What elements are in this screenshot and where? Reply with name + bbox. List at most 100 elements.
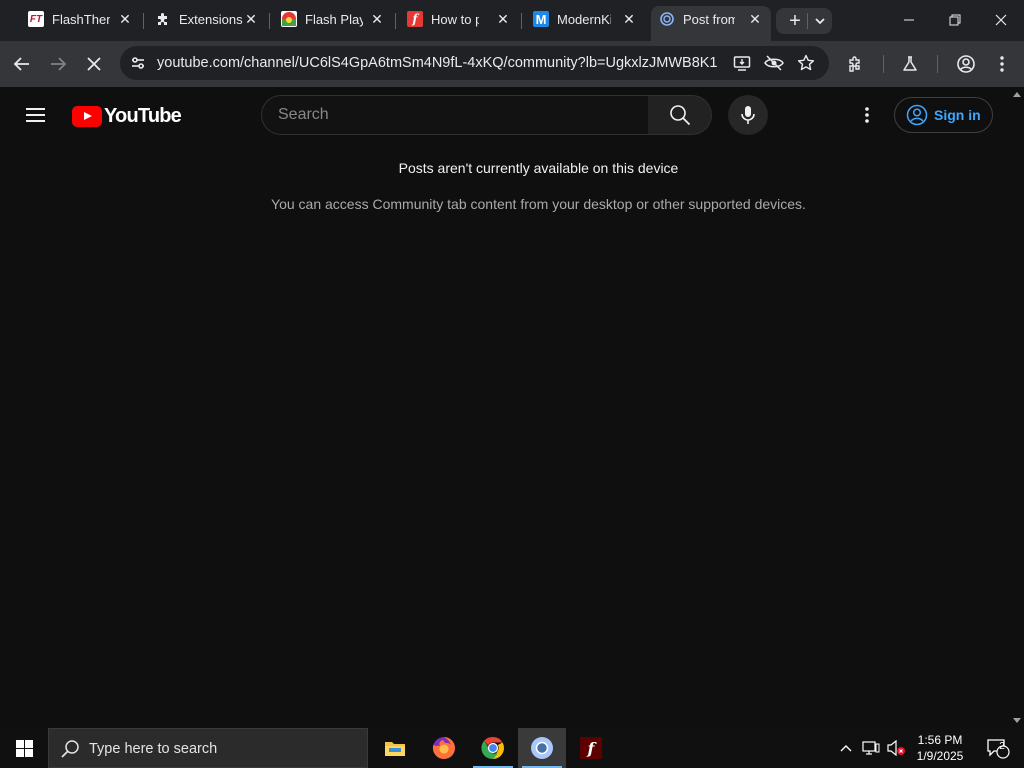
message-title: Posts aren't currently available on this… <box>398 160 679 176</box>
tab-title: How to pl <box>431 12 479 27</box>
tab-divider <box>395 13 396 29</box>
tab-post-from[interactable]: Post from ✕ <box>659 8 771 41</box>
tab-divider <box>521 13 522 29</box>
start-button[interactable] <box>0 728 48 768</box>
windows-logo-icon <box>15 739 33 757</box>
sign-in-label: Sign in <box>934 107 981 123</box>
youtube-logo[interactable]: YouTube <box>72 104 182 127</box>
firefox-icon <box>432 737 455 759</box>
new-tab-button[interactable]: + <box>784 10 806 32</box>
chrome-active-window-button[interactable] <box>518 728 566 768</box>
labs-button[interactable] <box>896 50 924 78</box>
loading-icon <box>659 11 675 27</box>
flash-player-icon <box>281 11 297 27</box>
clock-date: 1/9/2025 <box>916 749 964 763</box>
system-clock[interactable]: 1:56 PM 1/9/2025 <box>910 732 970 764</box>
scroll-down-arrow-icon[interactable] <box>1013 718 1021 723</box>
toolbar-divider <box>883 55 884 73</box>
minimize-button[interactable] <box>886 0 932 40</box>
address-bar[interactable]: youtube.com/channel/UC6lS4GpA6tmSm4N9fL-… <box>120 46 829 80</box>
toolbar-divider <box>937 55 938 73</box>
windows-taskbar: Type here to search f 1:56 PM 1/9/2025 2 <box>0 728 1024 768</box>
flask-icon <box>903 56 917 71</box>
forward-button[interactable] <box>44 50 72 78</box>
back-arrow-icon <box>13 57 29 71</box>
notification-count: 2 <box>999 741 1005 752</box>
chrome-button[interactable] <box>469 728 517 768</box>
youtube-wordmark: YouTube <box>104 104 182 127</box>
close-tab-icon[interactable]: ✕ <box>747 11 763 27</box>
page-scrollbar[interactable] <box>1010 87 1024 728</box>
action-center-button[interactable]: 2 <box>978 728 1018 768</box>
network-button[interactable] <box>858 728 884 768</box>
ft-icon: FT <box>28 11 44 27</box>
close-tab-icon[interactable]: ✕ <box>117 11 133 27</box>
tab-divider <box>269 13 270 29</box>
back-button[interactable] <box>8 50 36 78</box>
close-tab-icon[interactable]: ✕ <box>243 11 259 27</box>
forward-arrow-icon <box>51 57 67 71</box>
voice-search-button[interactable] <box>728 95 768 135</box>
tab-modernkit[interactable]: M ModernKi ✕ <box>533 8 645 41</box>
puzzle-icon <box>849 56 860 72</box>
search-box <box>261 95 649 135</box>
new-tab-group: + <box>776 8 832 34</box>
firefox-button[interactable] <box>420 728 468 768</box>
tab-extensions[interactable]: Extensions ✕ <box>155 8 270 41</box>
tab-search-button[interactable] <box>811 10 829 32</box>
browser-menu-button[interactable] <box>988 50 1016 78</box>
tab-divider <box>143 13 144 29</box>
tab-flash-player[interactable]: Flash Playe ✕ <box>281 8 396 41</box>
flash-icon: f <box>407 11 423 27</box>
tab-title: Flash Playe <box>305 12 363 27</box>
file-explorer-button[interactable] <box>371 728 419 768</box>
close-tab-icon[interactable]: ✕ <box>369 11 385 27</box>
clock-time: 1:56 PM <box>917 733 963 747</box>
close-tab-icon[interactable]: ✕ <box>621 11 637 27</box>
menu-icon <box>26 114 45 116</box>
tab-title: Post from <box>683 12 735 27</box>
more-vert-icon <box>865 107 869 123</box>
tab-title: Extensions <box>179 12 243 27</box>
profile-button[interactable] <box>952 50 980 78</box>
tracking-protection-icon[interactable] <box>760 49 788 77</box>
youtube-page: YouTube Sign in Posts aren't currently a… <box>0 87 1024 728</box>
sign-in-button[interactable]: Sign in <box>894 97 993 133</box>
settings-menu-button[interactable] <box>855 103 879 127</box>
restore-button[interactable] <box>932 0 978 40</box>
extensions-button[interactable] <box>842 50 870 78</box>
tab-strip: FT FlashThem ✕ Extensions ✕ Flash Playe … <box>0 0 1024 41</box>
close-window-button[interactable] <box>978 0 1024 40</box>
search-input[interactable] <box>278 105 628 125</box>
volume-button[interactable] <box>884 728 908 768</box>
search-button[interactable] <box>648 95 712 135</box>
stop-loading-button[interactable] <box>80 50 108 78</box>
network-icon <box>862 741 880 755</box>
more-vert-icon <box>1000 56 1004 72</box>
chrome-icon <box>481 736 504 760</box>
close-icon <box>87 57 101 71</box>
browser-toolbar: youtube.com/channel/UC6lS4GpA6tmSm4N9fL-… <box>0 41 1024 87</box>
speaker-muted-icon <box>887 740 905 756</box>
folder-icon <box>385 742 405 756</box>
tab-how-to-play[interactable]: f How to pl ✕ <box>407 8 522 41</box>
mic-icon <box>741 106 755 124</box>
flash-icon: f <box>580 737 602 759</box>
bookmark-star-icon[interactable] <box>792 49 820 77</box>
puzzle-icon <box>155 11 171 27</box>
account-icon <box>906 104 928 126</box>
site-info-icon[interactable] <box>127 52 149 74</box>
scroll-up-arrow-icon[interactable] <box>1013 92 1021 97</box>
show-hidden-icons-button[interactable] <box>836 728 856 768</box>
close-tab-icon[interactable]: ✕ <box>495 11 511 27</box>
install-app-icon[interactable] <box>728 49 756 77</box>
divider <box>807 13 808 29</box>
tab-title: FlashThem <box>52 12 110 27</box>
tab-flashthem[interactable]: FT FlashThem ✕ <box>28 8 144 41</box>
guide-menu-button[interactable] <box>22 103 50 127</box>
youtube-play-icon <box>72 105 102 127</box>
taskbar-search-box[interactable]: Type here to search <box>48 728 368 768</box>
flash-player-button[interactable]: f <box>567 728 615 768</box>
url-text[interactable]: youtube.com/channel/UC6lS4GpA6tmSm4N9fL-… <box>157 55 717 71</box>
search-icon <box>61 740 79 758</box>
